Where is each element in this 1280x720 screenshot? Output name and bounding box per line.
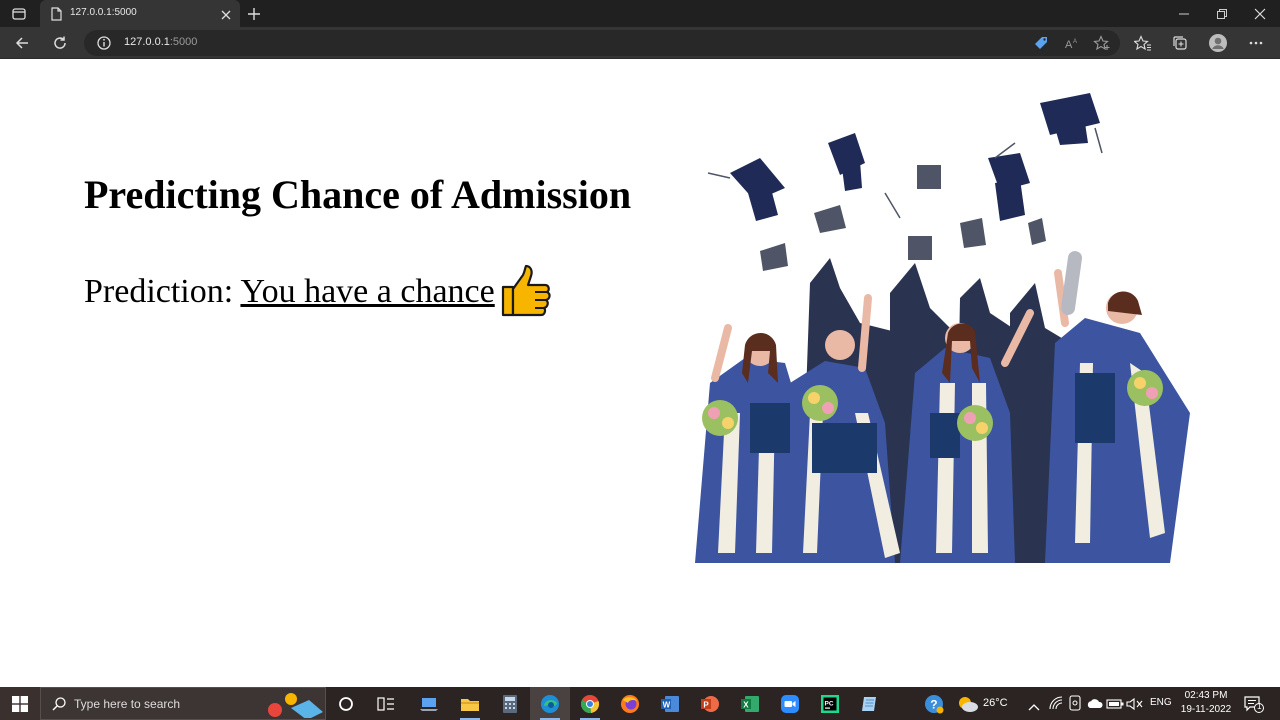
svg-text:P: P bbox=[703, 700, 709, 709]
file-explorer-icon[interactable] bbox=[450, 687, 490, 720]
windows-start-icon[interactable] bbox=[0, 687, 40, 720]
svg-text:A: A bbox=[1065, 39, 1073, 51]
svg-text:W: W bbox=[663, 700, 671, 709]
svg-text:X: X bbox=[743, 700, 749, 709]
weather-icon[interactable] bbox=[957, 695, 979, 717]
battery-icon[interactable] bbox=[1106, 696, 1124, 715]
minimize-icon[interactable] bbox=[1165, 0, 1203, 27]
thumbs-up-icon bbox=[497, 263, 553, 323]
coupon-tag-icon[interactable] bbox=[1033, 35, 1049, 55]
back-arrow-icon[interactable] bbox=[10, 32, 34, 54]
refresh-icon[interactable] bbox=[48, 32, 72, 54]
tab-actions-menu-icon[interactable] bbox=[8, 5, 30, 23]
page-title: Predicting Chance of Admission bbox=[84, 172, 632, 217]
help-icon[interactable]: ? bbox=[914, 687, 954, 720]
network-icon[interactable] bbox=[1048, 695, 1064, 715]
onedrive-cloud-icon[interactable] bbox=[1086, 696, 1104, 715]
prediction-result-link[interactable]: You have a chance bbox=[240, 273, 494, 310]
new-tab-icon[interactable] bbox=[244, 4, 264, 24]
tab-close-icon[interactable] bbox=[220, 6, 232, 25]
favorites-icon[interactable] bbox=[1131, 32, 1155, 54]
calculator-icon[interactable] bbox=[490, 687, 530, 720]
device-app-icon[interactable] bbox=[410, 687, 450, 720]
volume-muted-icon[interactable] bbox=[1126, 696, 1144, 715]
word-icon[interactable]: W bbox=[650, 687, 690, 720]
prediction-label: Prediction: bbox=[84, 273, 241, 310]
url-port: :5000 bbox=[169, 36, 198, 48]
zoom-icon[interactable] bbox=[770, 687, 810, 720]
task-view-icon[interactable] bbox=[366, 687, 406, 720]
taskbar-search-box[interactable]: Type here to search bbox=[40, 687, 326, 720]
graduation-illustration bbox=[690, 83, 1210, 577]
firefox-icon[interactable] bbox=[610, 687, 650, 720]
edge-browser-icon[interactable] bbox=[530, 687, 570, 720]
language-indicator[interactable]: ENG bbox=[1150, 697, 1172, 708]
svg-text:?: ? bbox=[930, 697, 937, 711]
browser-tab-bar: 127.0.0.1:5000 bbox=[0, 0, 1280, 27]
weather-temperature[interactable]: 26°C bbox=[983, 697, 1008, 709]
collections-icon[interactable] bbox=[1168, 32, 1192, 54]
tab-title: 127.0.0.1:5000 bbox=[70, 7, 137, 18]
browser-tab-active[interactable]: 127.0.0.1:5000 bbox=[40, 0, 240, 27]
meet-now-icon[interactable] bbox=[1068, 695, 1082, 715]
url-host: 127.0.0.1 bbox=[124, 36, 170, 48]
search-highlight-icon[interactable] bbox=[265, 690, 325, 720]
powerpoint-icon[interactable]: P bbox=[690, 687, 730, 720]
clock-date: 19-11-2022 bbox=[1180, 704, 1232, 715]
notification-count: 1 bbox=[1257, 702, 1262, 711]
graduation-cap-icon bbox=[707, 93, 1103, 271]
page-file-icon bbox=[51, 6, 62, 25]
search-icon bbox=[51, 696, 67, 716]
window-close-icon[interactable] bbox=[1241, 0, 1279, 27]
profile-avatar-icon[interactable] bbox=[1206, 32, 1230, 54]
cortana-icon[interactable] bbox=[326, 687, 366, 720]
site-info-icon[interactable] bbox=[96, 35, 112, 55]
windows-taskbar: Type here to search W P X PC ? 26°C ENG … bbox=[0, 687, 1280, 720]
clock-time: 02:43 PM bbox=[1184, 690, 1228, 701]
browser-toolbar: 127.0.0.1:5000 AA bbox=[0, 27, 1280, 59]
url-text[interactable]: 127.0.0.1:5000 bbox=[124, 36, 197, 48]
taskbar-clock[interactable]: 02:43 PM 19-11-2022 bbox=[1176, 689, 1236, 717]
read-aloud-icon[interactable]: AA bbox=[1064, 35, 1080, 55]
add-favorite-icon[interactable] bbox=[1093, 35, 1111, 55]
more-options-icon[interactable] bbox=[1244, 32, 1268, 54]
excel-icon[interactable]: X bbox=[730, 687, 770, 720]
show-hidden-icons-chevron-icon[interactable] bbox=[1028, 697, 1040, 716]
svg-text:PC: PC bbox=[825, 700, 834, 707]
search-placeholder: Type here to search bbox=[74, 697, 181, 711]
notepad-app-icon[interactable] bbox=[850, 687, 890, 720]
prediction-line: Prediction: You have a chance bbox=[84, 273, 495, 311]
chrome-icon[interactable] bbox=[570, 687, 610, 720]
svg-text:A: A bbox=[1073, 39, 1077, 45]
restore-icon[interactable] bbox=[1203, 0, 1241, 27]
address-bar[interactable]: 127.0.0.1:5000 AA bbox=[84, 30, 1120, 56]
web-page: Predicting Chance of Admission Predictio… bbox=[0, 59, 1280, 687]
pycharm-icon[interactable]: PC bbox=[810, 687, 850, 720]
